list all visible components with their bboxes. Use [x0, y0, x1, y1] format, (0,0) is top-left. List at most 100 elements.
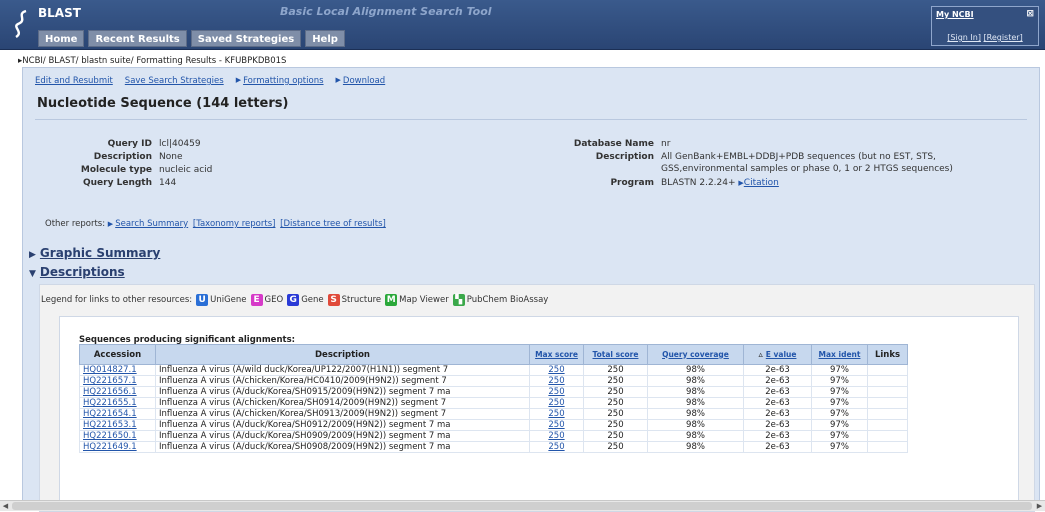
accession-cell[interactable]: HQ221654.1 — [79, 408, 156, 420]
citation-link[interactable]: Citation — [744, 178, 779, 188]
expanded-triangle-icon[interactable]: ▼ — [29, 269, 36, 279]
accession-cell[interactable]: HQ221649.1 — [79, 441, 156, 453]
max-score-link[interactable]: 250 — [548, 377, 564, 386]
database-info: Database Name nr Description All GenBank… — [537, 138, 1001, 190]
e-value-cell: 2e-63 — [743, 364, 812, 376]
graphic-summary-toggle[interactable]: Graphic Summary — [40, 246, 160, 260]
nav-help[interactable]: Help — [305, 30, 345, 47]
max-score-cell[interactable]: 250 — [529, 375, 584, 387]
max-score-link[interactable]: 250 — [548, 432, 564, 441]
other-reports: Other reports: ▶ Search Summary [Taxonomy… — [45, 219, 386, 229]
max-score-link[interactable]: 250 — [548, 366, 564, 375]
query-coverage-cell: 98% — [647, 386, 744, 398]
max-score-cell[interactable]: 250 — [529, 364, 584, 376]
links-cell — [867, 430, 908, 442]
query-description-value: None — [159, 152, 183, 162]
sort-query-coverage-link[interactable]: Query coverage — [662, 350, 729, 359]
my-ncbi-auth-links: [Sign In] [Register] — [932, 33, 1038, 42]
accession-link[interactable]: HQ221653.1 — [83, 421, 137, 430]
max-score-cell[interactable]: 250 — [529, 419, 584, 431]
accession-link[interactable]: HQ014827.1 — [83, 366, 137, 375]
sign-in-link[interactable]: [Sign In] — [947, 33, 981, 42]
max-score-link[interactable]: 250 — [548, 399, 564, 408]
close-icon[interactable]: ⊠ — [1026, 9, 1034, 19]
register-link[interactable]: [Register] — [984, 33, 1023, 42]
e-value-cell: 2e-63 — [743, 375, 812, 387]
scrollbar-thumb[interactable] — [12, 502, 1032, 510]
pubchem-bioassay-icon: ▚ — [452, 294, 465, 306]
legend-geo: GEO — [264, 295, 284, 305]
accession-cell[interactable]: HQ221653.1 — [79, 419, 156, 431]
expand-arrow-icon: ▶ — [235, 76, 242, 84]
accession-cell[interactable]: HQ221657.1 — [79, 375, 156, 387]
breadcrumb-text[interactable]: NCBI/ BLAST/ blastn suite/ Formatting Re… — [22, 56, 286, 66]
my-ncbi-link[interactable]: My NCBI — [936, 10, 974, 19]
accession-link[interactable]: HQ221656.1 — [83, 388, 137, 397]
sort-total-score-link[interactable]: Total score — [593, 350, 639, 359]
taxonomy-reports-link[interactable]: [Taxonomy reports] — [193, 219, 276, 229]
horizontal-scrollbar[interactable]: ◀ ▶ — [0, 500, 1045, 511]
nav-home[interactable]: Home — [38, 30, 85, 47]
col-max-score[interactable]: Max score — [529, 344, 584, 365]
app-brand[interactable]: BLAST — [38, 6, 81, 20]
table-row: HQ221653.1 Influenza A virus (A/duck/Kor… — [79, 419, 908, 431]
nav-recent-results[interactable]: Recent Results — [88, 30, 187, 47]
descriptions-toggle[interactable]: Descriptions — [40, 265, 125, 279]
max-score-cell[interactable]: 250 — [529, 408, 584, 420]
description-cell: Influenza A virus (A/chicken/Korea/SH091… — [155, 408, 530, 420]
program-value: BLASTN 2.2.24+ — [661, 178, 736, 188]
max-score-link[interactable]: 250 — [548, 443, 564, 452]
accession-cell[interactable]: HQ221655.1 — [79, 397, 156, 409]
table-row: HQ221655.1 Influenza A virus (A/chicken/… — [79, 397, 908, 409]
accession-link[interactable]: HQ221650.1 — [83, 432, 137, 441]
gene-icon: G — [287, 294, 300, 306]
blast-logo-icon — [15, 9, 27, 39]
max-score-link[interactable]: 250 — [548, 410, 564, 419]
max-score-cell[interactable]: 250 — [529, 397, 584, 409]
accession-cell[interactable]: HQ014827.1 — [79, 364, 156, 376]
nav-saved-strategies[interactable]: Saved Strategies — [190, 30, 302, 47]
table-row: HQ221654.1 Influenza A virus (A/chicken/… — [79, 408, 908, 420]
download-link[interactable]: Download — [343, 76, 385, 86]
search-summary-link[interactable]: Search Summary — [115, 219, 188, 229]
accession-link[interactable]: HQ221657.1 — [83, 377, 137, 386]
distance-tree-link[interactable]: [Distance tree of results] — [280, 219, 386, 229]
accession-link[interactable]: HQ221655.1 — [83, 399, 137, 408]
sort-e-value-link[interactable]: E value — [766, 350, 797, 359]
scroll-right-icon[interactable]: ▶ — [1034, 501, 1045, 512]
descriptions-section: ▼ Descriptions — [29, 265, 125, 279]
col-query-coverage[interactable]: Query coverage — [647, 344, 744, 365]
collapsed-triangle-icon[interactable]: ▶ — [29, 250, 36, 260]
total-score-cell: 250 — [583, 364, 648, 376]
accession-link[interactable]: HQ221654.1 — [83, 410, 137, 419]
accession-link[interactable]: HQ221649.1 — [83, 443, 137, 452]
query-id-label: Query ID — [107, 139, 152, 149]
map-viewer-icon: M — [385, 294, 398, 306]
molecule-type-label: Molecule type — [80, 165, 152, 175]
program-label: Program — [610, 178, 654, 188]
col-e-value[interactable]: ▵ E value — [743, 344, 812, 365]
accession-cell[interactable]: HQ221650.1 — [79, 430, 156, 442]
breadcrumb: ▸NCBI/ BLAST/ blastn suite/ Formatting R… — [18, 56, 286, 66]
links-cell — [867, 408, 908, 420]
col-total-score[interactable]: Total score — [583, 344, 648, 365]
max-score-cell[interactable]: 250 — [529, 430, 584, 442]
max-score-cell[interactable]: 250 — [529, 441, 584, 453]
sort-max-score-link[interactable]: Max score — [535, 350, 578, 359]
accession-cell[interactable]: HQ221656.1 — [79, 386, 156, 398]
e-value-cell: 2e-63 — [743, 386, 812, 398]
save-strategies-link[interactable]: Save Search Strategies — [125, 76, 224, 86]
total-score-cell: 250 — [583, 386, 648, 398]
program-row: Program BLASTN 2.2.24+ ▶Citation — [537, 177, 1001, 190]
total-score-cell: 250 — [583, 441, 648, 453]
col-max-ident[interactable]: Max ident — [811, 344, 868, 365]
edit-resubmit-link[interactable]: Edit and Resubmit — [35, 76, 113, 86]
max-score-cell[interactable]: 250 — [529, 386, 584, 398]
max-score-link[interactable]: 250 — [548, 421, 564, 430]
description-cell: Influenza A virus (A/duck/Korea/SH0912/2… — [155, 419, 530, 431]
scroll-left-icon[interactable]: ◀ — [0, 501, 11, 512]
formatting-options-link[interactable]: Formatting options — [243, 76, 323, 86]
sort-max-ident-link[interactable]: Max ident — [819, 350, 861, 359]
max-score-link[interactable]: 250 — [548, 388, 564, 397]
max-ident-cell: 97% — [811, 397, 868, 409]
